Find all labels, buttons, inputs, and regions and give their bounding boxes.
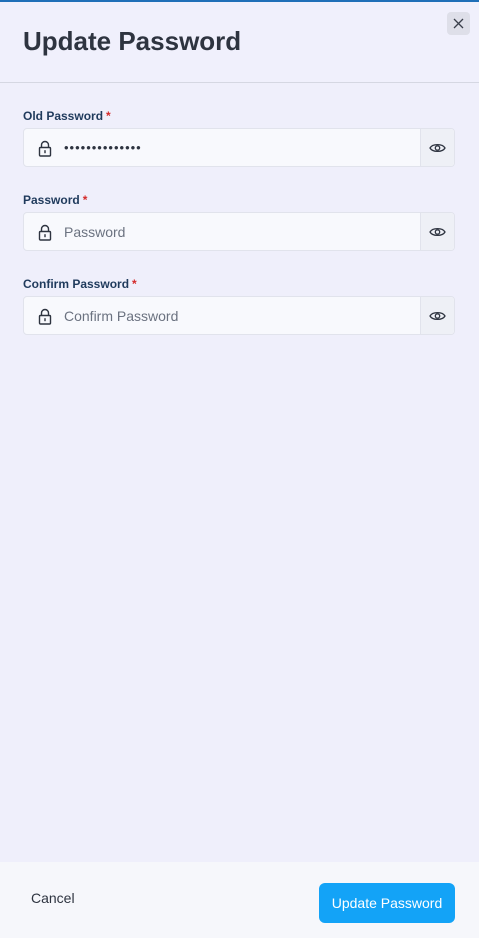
lock-icon <box>38 224 52 241</box>
password-label: Password * <box>23 193 88 207</box>
required-mark: * <box>82 193 88 207</box>
old-password-input-group <box>23 128 455 167</box>
dialog-header: Update Password <box>0 2 479 83</box>
update-password-button[interactable]: Update Password <box>319 883 455 923</box>
lock-icon <box>38 308 52 325</box>
close-button[interactable] <box>447 12 470 35</box>
dialog-footer: Cancel Update Password <box>0 862 479 938</box>
confirm-password-input-group <box>23 296 455 335</box>
lock-icon <box>38 140 52 157</box>
confirm-password-input[interactable] <box>64 297 420 334</box>
password-input[interactable] <box>64 213 420 250</box>
toggle-visibility-button[interactable] <box>420 129 454 166</box>
old-password-field: Old Password * <box>23 109 455 167</box>
old-password-label: Old Password * <box>23 109 111 123</box>
page-title: Update Password <box>23 26 242 56</box>
close-icon <box>453 18 464 29</box>
cancel-button[interactable]: Cancel <box>19 888 87 908</box>
required-mark: * <box>132 277 137 291</box>
required-mark: * <box>106 109 111 123</box>
eye-icon <box>429 143 446 152</box>
confirm-password-label: Confirm Password * <box>23 277 137 291</box>
password-field: Password * <box>23 193 455 251</box>
confirm-password-field: Confirm Password * <box>23 277 455 335</box>
toggle-visibility-button[interactable] <box>420 213 454 250</box>
toggle-visibility-button[interactable] <box>420 297 454 334</box>
old-password-input[interactable] <box>64 129 420 166</box>
eye-icon <box>429 311 446 320</box>
eye-icon <box>429 227 446 236</box>
password-input-group <box>23 212 455 251</box>
